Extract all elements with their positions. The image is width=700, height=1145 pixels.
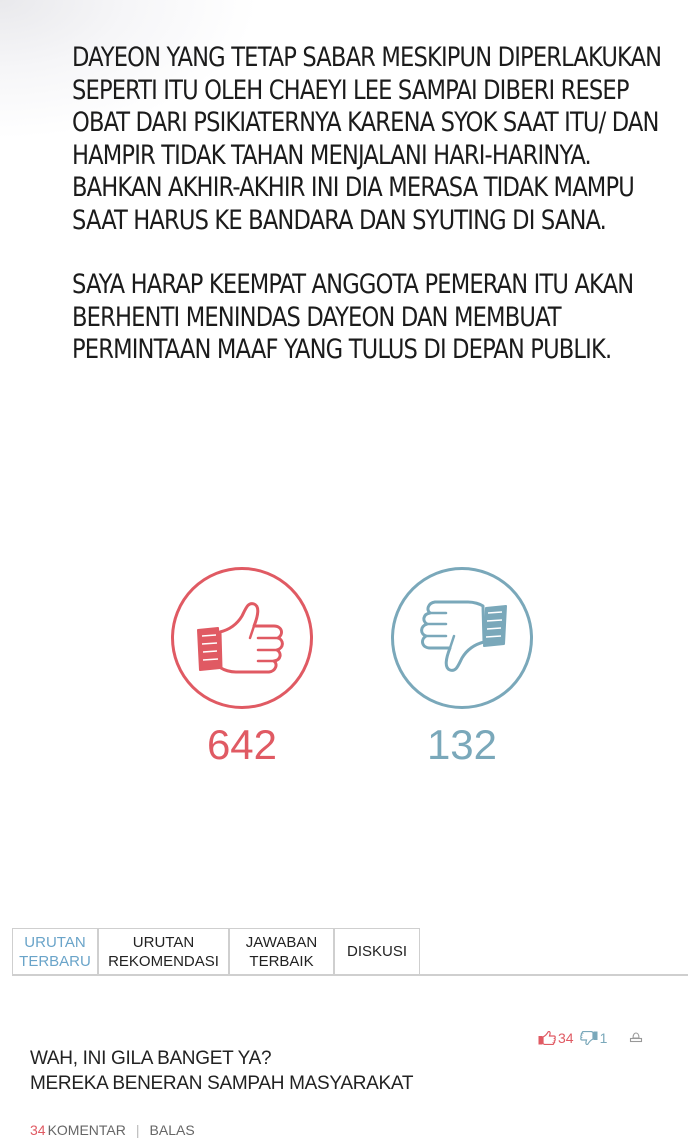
upvote-widget[interactable]: 642	[171, 567, 313, 769]
comment-vote-meta: 34 1	[538, 1030, 643, 1046]
tab-newest-label: URUTAN TERBARU	[19, 933, 91, 970]
tab-newest[interactable]: URUTAN TERBARU	[12, 928, 98, 974]
comment-like-count: 34	[558, 1030, 574, 1046]
report-button[interactable]	[629, 1032, 643, 1044]
article-paragraph-2: SAYA HARAP KEEMPAT ANGGOTA PEMERAN ITU A…	[72, 269, 634, 365]
comment-footer: 34 KOMENTAR | BALAS	[30, 1122, 195, 1138]
footer-divider: |	[135, 1122, 140, 1138]
comment-line-2: MEREKA BENERAN SAMPAH MASYARAKAT	[30, 1073, 414, 1094]
replies-link[interactable]: KOMENTAR	[48, 1122, 126, 1138]
tab-recommended[interactable]: URUTAN REKOMENDASI	[98, 928, 229, 974]
thumbs-up-icon	[197, 602, 284, 674]
downvote-widget[interactable]: 132	[391, 567, 533, 769]
comment-dislike-button[interactable]: 1	[579, 1030, 608, 1046]
tab-best-answers-label: JAWABAN TERBAIK	[245, 933, 318, 970]
upvote-button[interactable]	[171, 567, 313, 709]
comment-sort-tabs: URUTAN TERBARU URUTAN REKOMENDASI JAWABA…	[12, 928, 688, 976]
downvote-count: 132	[426, 721, 498, 768]
article-body: DAYEON YANG TETAP SABAR MESKIPUN DIPERLA…	[72, 42, 672, 399]
tab-best-answers[interactable]: JAWABAN TERBAIK	[229, 928, 334, 974]
tab-recommended-label: URUTAN REKOMENDASI	[108, 933, 219, 970]
comment-line-1: WAH, INI GILA BANGET YA?	[30, 1048, 272, 1069]
upvote-count: 642	[206, 721, 278, 768]
thumbs-down-icon	[579, 1031, 598, 1045]
comment-body: WAH, INI GILA BANGET YA? MEREKA BENERAN …	[30, 1046, 590, 1096]
tab-discussion-label: DISKUSI	[346, 943, 407, 960]
reply-button[interactable]: BALAS	[150, 1122, 195, 1138]
reply-count: 34	[30, 1122, 46, 1138]
article-paragraph-1: DAYEON YANG TETAP SABAR MESKIPUN DIPERLA…	[72, 42, 662, 236]
tab-discussion[interactable]: DISKUSI	[334, 928, 420, 974]
comment-like-button[interactable]: 34	[538, 1030, 574, 1046]
thumbs-up-icon	[538, 1031, 556, 1045]
thumbs-down-icon	[420, 600, 507, 672]
comment-dislike-count: 1	[599, 1030, 608, 1046]
downvote-button[interactable]	[391, 567, 533, 709]
report-icon	[630, 1032, 643, 1043]
